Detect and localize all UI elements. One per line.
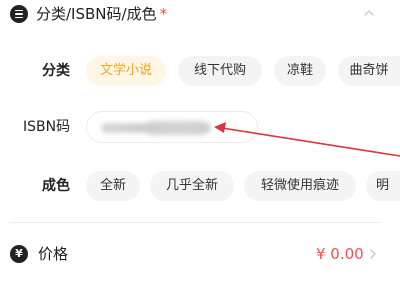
required-star: *	[159, 5, 168, 23]
section-title: 分类/ISBN码/成色 *	[36, 4, 167, 24]
isbn-input[interactable]	[86, 111, 258, 143]
isbn-label: ISBN码	[23, 119, 71, 135]
condition-label: 成色	[42, 178, 70, 194]
category-chip-literature[interactable]: 文学小说	[86, 56, 166, 86]
category-label: 分类	[42, 63, 70, 79]
condition-chip-new[interactable]: 全新	[86, 171, 140, 201]
price-value[interactable]: ¥ 0.00	[316, 244, 364, 264]
redacted-isbn-value-overlay	[147, 121, 207, 135]
condition-chip-clipped[interactable]: 明	[366, 171, 400, 201]
condition-chip-almost-new[interactable]: 几乎全新	[150, 171, 234, 201]
price-label: 价格	[38, 245, 69, 263]
category-chip-offline-purchase[interactable]: 线下代购	[178, 56, 262, 86]
yen-circle-icon: ¥	[10, 245, 28, 263]
section-title-text: 分类/ISBN码/成色	[36, 5, 157, 23]
list-icon	[10, 5, 28, 23]
category-chip-cookies[interactable]: 曲奇饼	[338, 56, 400, 86]
section-divider	[10, 222, 380, 223]
condition-chip-light-use[interactable]: 轻微使用痕迹	[244, 171, 356, 201]
category-chip-sandals[interactable]: 凉鞋	[274, 56, 326, 86]
chevron-right-icon[interactable]	[367, 247, 379, 261]
chevron-up-icon[interactable]	[362, 6, 376, 20]
